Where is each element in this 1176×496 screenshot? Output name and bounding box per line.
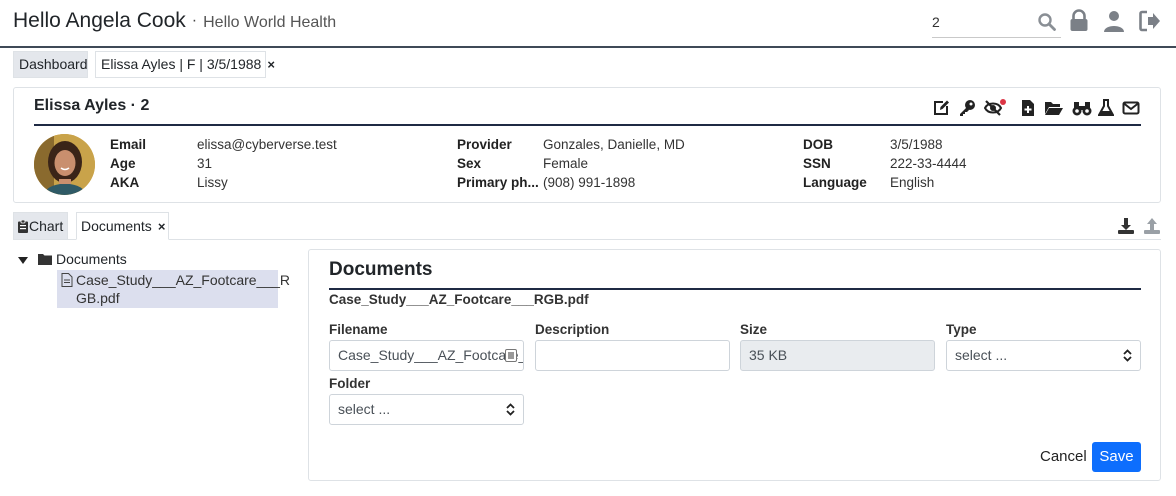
tab-documents[interactable]: Documents × bbox=[76, 212, 169, 240]
folder-icon bbox=[38, 254, 52, 265]
select-arrows-icon bbox=[506, 403, 515, 416]
folder-select[interactable]: select ... bbox=[329, 394, 524, 425]
sex-value: Female bbox=[543, 156, 589, 171]
email-label: Email bbox=[110, 137, 147, 152]
lock-icon[interactable] bbox=[1067, 9, 1091, 33]
name-separator: · bbox=[130, 97, 136, 114]
tree-folder-label: Documents bbox=[56, 251, 127, 267]
file-name-line2: GB.pdf bbox=[76, 290, 120, 306]
sub-tab-bar: Chart Documents × bbox=[13, 212, 1161, 240]
hidden-eye-icon[interactable] bbox=[984, 99, 1006, 117]
age-label: Age bbox=[110, 156, 136, 171]
size-label: Size bbox=[740, 322, 768, 337]
sex-label: Sex bbox=[457, 156, 482, 171]
document-name: Case_Study___AZ_Footcare___RGB.pdf bbox=[329, 292, 589, 307]
ssn-label: SSN bbox=[803, 156, 831, 171]
folder-label: Folder bbox=[329, 376, 371, 391]
cancel-button[interactable]: Cancel bbox=[1040, 442, 1087, 472]
file-name-line1: Case_Study___AZ_Footcare___R bbox=[76, 272, 291, 288]
tab-dashboard[interactable]: Dashboard bbox=[13, 51, 88, 78]
clipboard-icon bbox=[18, 220, 28, 233]
language-label: Language bbox=[803, 175, 867, 190]
folder-open-icon[interactable] bbox=[1044, 99, 1064, 117]
phone-value: (908) 991-1898 bbox=[543, 175, 636, 190]
tab-chart[interactable]: Chart bbox=[13, 212, 68, 240]
folder-selected-value: select ... bbox=[338, 401, 391, 417]
filename-label: Filename bbox=[329, 322, 388, 337]
patient-name-heading: Elissa Ayles · 2 bbox=[34, 97, 149, 115]
tab-label: Chart bbox=[29, 218, 64, 234]
flask-icon[interactable] bbox=[1098, 99, 1114, 117]
search-input[interactable] bbox=[932, 10, 1032, 34]
provider-label: Provider bbox=[457, 137, 512, 152]
binoculars-icon[interactable] bbox=[1072, 99, 1092, 117]
upload-icon[interactable] bbox=[1143, 217, 1161, 235]
save-button[interactable]: Save bbox=[1092, 442, 1141, 472]
edit-icon[interactable] bbox=[932, 99, 950, 117]
card-divider bbox=[34, 124, 1141, 126]
ssn-value: 222-33-4444 bbox=[890, 156, 967, 171]
caret-down-icon[interactable] bbox=[18, 257, 28, 264]
select-arrows-icon bbox=[1123, 349, 1132, 362]
type-label: Type bbox=[946, 322, 977, 337]
aka-value: Lissy bbox=[197, 175, 228, 190]
file-icon bbox=[61, 273, 73, 287]
search-box bbox=[932, 8, 1061, 38]
app-header: Hello Angela Cook · Hello World Health bbox=[0, 0, 1176, 48]
patient-number: 2 bbox=[140, 97, 150, 114]
key-icon[interactable] bbox=[958, 99, 976, 117]
filename-value: Case_Study___AZ_Footcare___RGB.pdf bbox=[338, 347, 524, 363]
tab-patient[interactable]: Elissa Ayles | F | 3/5/1988 × bbox=[95, 51, 275, 78]
tab-label: Dashboard bbox=[19, 56, 88, 72]
search-icon[interactable] bbox=[1037, 12, 1057, 32]
organization-name: Hello World Health bbox=[203, 14, 337, 31]
type-selected-value: select ... bbox=[955, 347, 1008, 363]
autofill-icon bbox=[505, 349, 517, 362]
greeting: Hello Angela Cook · Hello World Health bbox=[13, 9, 336, 33]
panel-divider bbox=[329, 288, 1141, 290]
filename-input[interactable]: Case_Study___AZ_Footcare___RGB.pdf bbox=[329, 340, 524, 371]
sign-out-icon[interactable] bbox=[1138, 9, 1162, 33]
add-file-icon[interactable] bbox=[1020, 99, 1036, 117]
dob-label: DOB bbox=[803, 137, 833, 152]
patient-avatar bbox=[34, 134, 95, 195]
patient-name: Elissa Ayles bbox=[34, 97, 127, 114]
age-value: 31 bbox=[197, 156, 213, 171]
size-value: 35 KB bbox=[749, 347, 788, 363]
aka-label: AKA bbox=[110, 175, 140, 190]
close-icon[interactable]: × bbox=[158, 219, 166, 234]
language-value: English bbox=[890, 175, 935, 190]
document-details-panel: Documents Case_Study___AZ_Footcare___RGB… bbox=[308, 249, 1161, 481]
patient-card: Elissa Ayles · 2 Email elissa@cyberverse… bbox=[13, 87, 1161, 203]
email-value: elissa@cyberverse.test bbox=[197, 137, 337, 152]
phone-label: Primary ph... bbox=[457, 175, 539, 190]
type-select[interactable]: select ... bbox=[946, 340, 1141, 371]
download-icon[interactable] bbox=[1117, 217, 1135, 235]
size-field: 35 KB bbox=[740, 340, 935, 371]
user-greeting: Hello Angela Cook bbox=[13, 9, 186, 32]
provider-value: Gonzales, Danielle, MD bbox=[543, 137, 685, 152]
user-icon[interactable] bbox=[1102, 9, 1126, 33]
header-separator: · bbox=[191, 12, 198, 29]
tab-label: Documents bbox=[81, 218, 152, 234]
tab-label: Elissa Ayles | F | 3/5/1988 bbox=[101, 56, 262, 72]
dob-value: 3/5/1988 bbox=[890, 137, 943, 152]
panel-title: Documents bbox=[329, 259, 433, 280]
envelope-icon[interactable] bbox=[1122, 99, 1140, 117]
description-label: Description bbox=[535, 322, 610, 337]
description-input[interactable] bbox=[535, 340, 730, 371]
close-icon[interactable]: × bbox=[267, 57, 275, 72]
tree-file-item[interactable]: Case_Study___AZ_Footcare___R GB.pdf bbox=[57, 270, 291, 308]
